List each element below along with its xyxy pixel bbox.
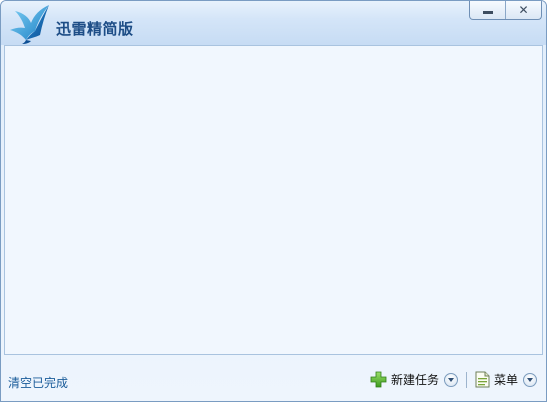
- new-task-label: 新建任务: [391, 373, 440, 387]
- footer-separator: [466, 372, 467, 388]
- new-task-button[interactable]: 新建任务: [370, 371, 459, 388]
- menu-button[interactable]: 菜单: [475, 371, 538, 388]
- close-icon: ✕: [518, 3, 529, 17]
- task-list-area[interactable]: [4, 45, 543, 355]
- chevron-down-icon[interactable]: [444, 372, 459, 387]
- minimize-button[interactable]: [470, 1, 505, 19]
- window-controls: ✕: [469, 1, 542, 20]
- title-bar[interactable]: 迅雷精简版 ✕: [1, 1, 546, 45]
- close-button[interactable]: ✕: [505, 1, 541, 19]
- footer-bar: 清空已完成 新建任务 菜单: [1, 355, 546, 401]
- green-plus-icon: [370, 371, 387, 388]
- document-icon: [475, 371, 490, 388]
- minimize-icon: [482, 10, 493, 14]
- clear-completed-link[interactable]: 清空已完成: [8, 374, 68, 391]
- bird-logo-icon: [10, 5, 49, 44]
- app-window: 迅雷精简版 ✕ 清空已完成 新建任务 菜单: [0, 0, 547, 402]
- chevron-down-icon[interactable]: [523, 372, 538, 387]
- menu-label: 菜单: [494, 373, 519, 387]
- app-title: 迅雷精简版: [56, 20, 134, 38]
